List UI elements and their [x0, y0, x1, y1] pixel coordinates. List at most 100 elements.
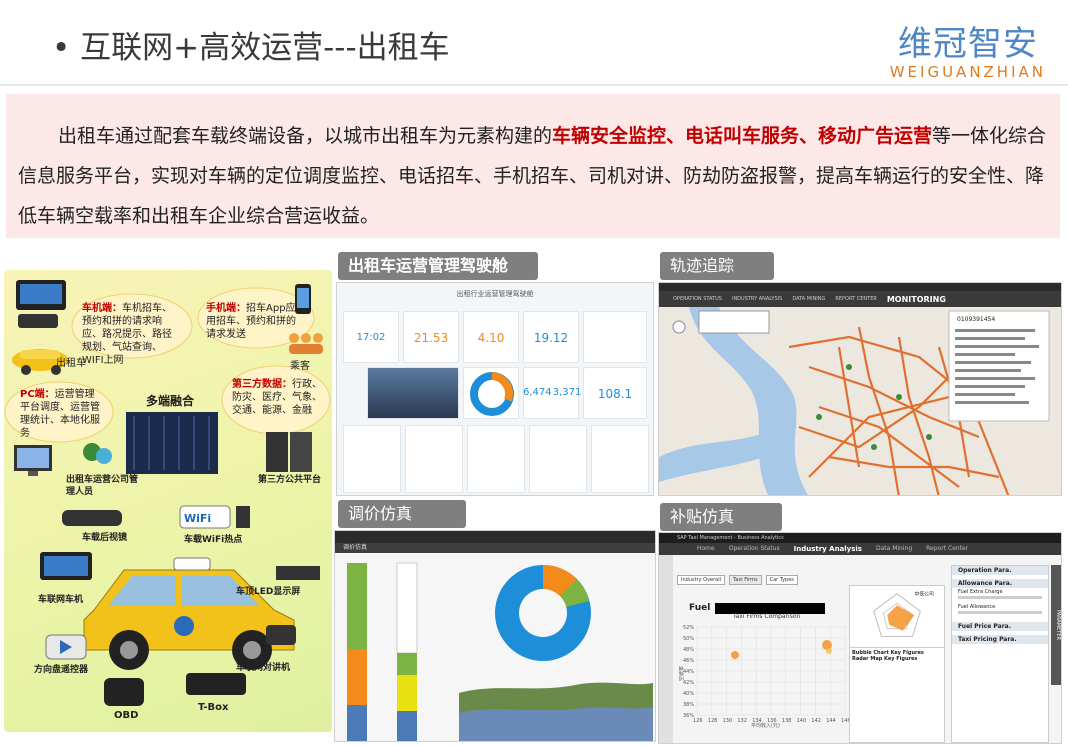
- param-operation[interactable]: Operation Para.: [952, 566, 1048, 575]
- subsidy-label: 补贴仿真: [660, 503, 782, 531]
- cockpit-bottom-row: [343, 425, 649, 493]
- bus-photo: [367, 367, 459, 419]
- taxi-caption: 出租车: [56, 358, 86, 369]
- subsidy-toolbar: [659, 555, 673, 743]
- parameter-side-tab[interactable]: PARAMETER: [1051, 565, 1061, 685]
- key-figures-panel: Bubble Chart Key Figures Radar Map Key F…: [849, 647, 945, 743]
- header-divider: [0, 84, 1068, 86]
- pricing-label: 调价仿真: [338, 500, 466, 528]
- svg-text:中低公司: 中低公司: [914, 591, 933, 598]
- page-title: • 互联网+高效运营---出租车: [52, 30, 450, 66]
- cockpit-donut: [463, 367, 519, 419]
- wifi-caption: 车载WiFi热点: [184, 535, 243, 545]
- led-caption: 车顶LED显示屏: [236, 587, 301, 597]
- intercom-caption: 车联网对讲机: [236, 663, 291, 673]
- subsidy-tab-0[interactable]: Industry Overall: [677, 575, 726, 585]
- x-tick-label: 146: [841, 718, 849, 724]
- x-tick-label: 126: [693, 718, 703, 724]
- tbox-icon: [186, 673, 246, 695]
- slider-fuel-extra[interactable]: [958, 596, 1042, 599]
- tracking-map[interactable]: 0109391454: [659, 307, 1062, 496]
- subsidy-tab-2[interactable]: Car Types: [765, 575, 798, 585]
- data-center-image: [126, 412, 218, 474]
- intro-paragraph: 出租车通过配套车载终端设备，以城市出租车为元素构建的车辆安全监控、电话叫车服务、…: [6, 94, 1060, 238]
- y-tick-label: 48%: [683, 647, 694, 653]
- y-tick-label: 46%: [683, 658, 694, 664]
- pricing-charts: [347, 562, 653, 741]
- key-figures-radar[interactable]: Radar Map Key Figures: [852, 656, 942, 662]
- cockpit-label: 出租车运营管理驾驶舱: [338, 252, 538, 280]
- intercom-icon: [266, 625, 296, 645]
- kpi-card: [583, 311, 647, 363]
- map-vehicle-list: [948, 310, 1050, 422]
- svg-text:WiFi: WiFi: [184, 512, 211, 525]
- x-tick-label: 132: [737, 718, 747, 724]
- tracking-nav-2[interactable]: DATA MINING: [792, 296, 825, 302]
- x-tick-label: 130: [723, 718, 733, 724]
- map-callout: [698, 310, 770, 334]
- subsidy-nav-0[interactable]: Home: [697, 543, 715, 555]
- subsidy-nav-2[interactable]: Industry Analysis: [794, 543, 862, 555]
- radar-chart: 中低公司: [849, 585, 945, 651]
- car-radio-caption: 车联网车机: [38, 595, 84, 605]
- tbox-caption: T-Box: [198, 702, 229, 713]
- subsidy-nav-3[interactable]: Data Mining: [876, 543, 912, 555]
- rear-mirror-icon: [62, 510, 122, 526]
- server-icon: [266, 432, 288, 472]
- tracking-screenshot: OPERATION STATUS INDUSTRY ANALYSIS DATA …: [658, 282, 1062, 496]
- slider-fuel-allowance[interactable]: [958, 611, 1042, 614]
- kpi-card: 21.53: [403, 311, 459, 363]
- svg-text:空驶率: 空驶率: [679, 666, 685, 681]
- y-tick-label: 52%: [683, 625, 694, 631]
- kpi-card: [583, 367, 585, 369]
- passenger-caption: 乘客: [290, 361, 310, 372]
- tracking-nav-1[interactable]: INDUSTRY ANALYSIS: [732, 296, 782, 302]
- subsidy-tabs: Industry Overall Taxi Firms Car Types: [677, 575, 798, 585]
- led-screen-icon: [276, 566, 320, 580]
- pricing-screenshot: 调价仿真: [334, 530, 656, 742]
- subsidy-nav-1[interactable]: Operation Status: [729, 543, 780, 555]
- kpi-card: 19.12: [523, 311, 579, 363]
- pricing-donut: [495, 564, 591, 661]
- logo-en: WEIGUANZHIAN: [889, 63, 1046, 81]
- y-tick-label: 50%: [683, 636, 694, 642]
- ops-staff-caption: 出租车运营公司管理人员: [66, 475, 139, 497]
- cockpit-header: 出租行业运营管理驾驶舱: [456, 290, 534, 298]
- car-mirror-device-icon: [18, 314, 58, 328]
- fusion-caption: 多端融合: [146, 394, 195, 408]
- wheel-ctrl-caption: 方向盘遥控器: [34, 665, 89, 675]
- tracking-nav-3[interactable]: REPORT CENTER: [835, 296, 876, 302]
- svg-text:平均收入(元): 平均收入(元): [751, 722, 780, 729]
- subsidy-tab-1[interactable]: Taxi Firms: [729, 575, 762, 585]
- rear-mirror-caption: 车载后视镜: [82, 533, 128, 543]
- intro-highlight: 车辆安全监控、电话叫车服务、移动广告运营: [552, 125, 933, 147]
- x-tick-label: 128: [708, 718, 718, 724]
- x-tick-label: 144: [826, 718, 836, 724]
- cockpit-screenshot: 出租行业运营管理驾驶舱 17:02 21.53 4.10 19.12 108.1 6,47…: [336, 282, 654, 496]
- tracking-nav-active[interactable]: MONITORING: [887, 295, 946, 304]
- param-fuel-price[interactable]: Fuel Price Para.: [952, 622, 1048, 631]
- y-tick-label: 40%: [683, 691, 694, 697]
- x-tick-label: 138: [782, 718, 792, 724]
- obd-icon: [104, 678, 144, 706]
- x-tick-label: 142: [811, 718, 821, 724]
- tracking-nav: OPERATION STATUS INDUSTRY ANALYSIS DATA …: [659, 291, 1061, 307]
- taxi-car-image: [83, 557, 295, 670]
- intro-text-1: 出租车通过配套车载终端设备，以城市出租车为元素构建的: [58, 125, 553, 147]
- param-allowance[interactable]: Allowance Para.: [952, 579, 1048, 588]
- subsidy-nav: Home Operation Status Industry Analysis …: [659, 543, 1061, 555]
- param-fuel-extra: Fuel Extra Charge: [958, 589, 1003, 595]
- tracking-nav-0[interactable]: OPERATION STATUS: [673, 296, 722, 302]
- logo-cn: 维冠智安: [897, 24, 1038, 64]
- pricing-tab[interactable]: 调价仿真: [335, 543, 655, 553]
- map-zoom-control: [672, 320, 686, 334]
- mobile-note: 手机端：招车App应用招车、预约和拼的请求发送: [206, 303, 296, 340]
- pc-note: PC端：运营管理平台调度、运营管理统计、本地化服务: [20, 389, 100, 439]
- third-party-note: 第三方数据：行政、防灾、医疗、气象、交通、能源、金融: [232, 379, 322, 416]
- tracking-label: 轨迹追踪: [660, 252, 774, 280]
- subsidy-nav-4[interactable]: Report Center: [926, 543, 968, 555]
- param-taxi-pricing[interactable]: Taxi Pricing Para.: [952, 635, 1048, 644]
- third-platform-caption: 第三方公共平台: [258, 475, 322, 485]
- kpi-card: 17:02: [343, 311, 399, 363]
- param-fuel-allowance: Fuel Allowance: [958, 604, 996, 610]
